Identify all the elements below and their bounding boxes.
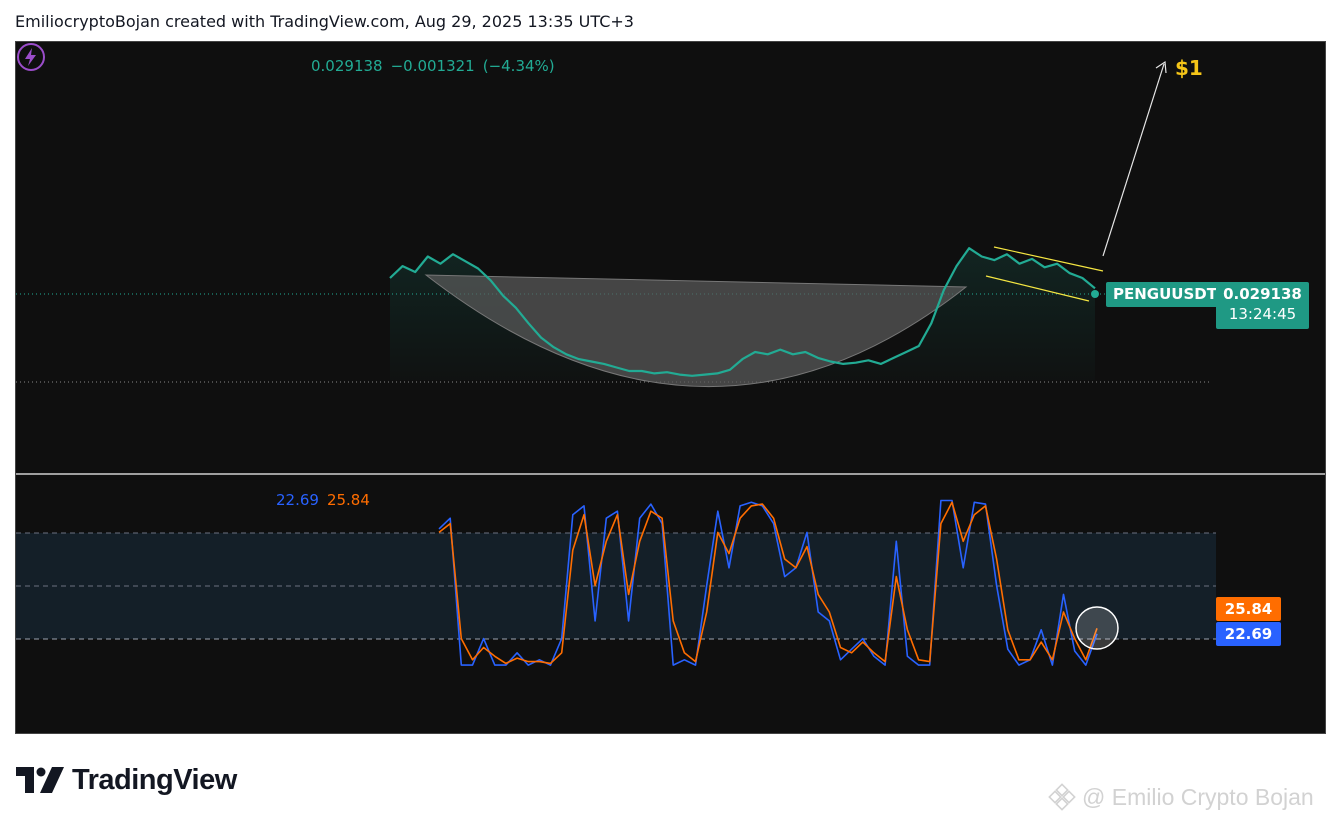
price-tag-value: 0.029138 <box>1223 285 1302 303</box>
tradingview-logo[interactable]: TradingView <box>16 762 237 798</box>
stoch-d-tag: 25.84 <box>1216 597 1281 621</box>
stoch-d-value: 25.84 <box>326 491 370 509</box>
chart-canvas <box>16 60 1325 666</box>
price-change-percent: (−4.34%) <box>482 57 555 75</box>
last-price-value: 0.029138 <box>311 57 383 75</box>
watermark: @ Emilio Crypto Bojan <box>1048 783 1314 811</box>
price-readout: 0.029138 −0.001321 (−4.34%) <box>311 57 563 75</box>
tradingview-logo-text: TradingView <box>72 763 237 796</box>
tradingview-logo-icon <box>16 767 64 793</box>
stoch-k-tag: 22.69 <box>1216 622 1281 646</box>
bar-countdown: 13:24:45 <box>1228 305 1297 323</box>
symbol-label[interactable]: PENGUUSDT <box>1106 282 1224 307</box>
watermark-text: @ Emilio Crypto Bojan <box>1082 783 1314 810</box>
binance-square-icon <box>1048 783 1076 811</box>
lightning-icon[interactable] <box>16 42 46 72</box>
target-arrowhead <box>1155 60 1167 74</box>
stoch-k-value: 22.69 <box>276 491 319 509</box>
stoch-readout: 22.69 25.84 <box>276 491 370 509</box>
price-scale-tag: 0.029138 13:24:45 <box>1216 282 1309 329</box>
target-arrow[interactable] <box>1102 63 1165 257</box>
price-change-value: −0.001321 <box>390 57 475 75</box>
highlight-circle[interactable] <box>1075 606 1119 650</box>
chart-attribution: EmiliocryptoBojan created with TradingVi… <box>15 12 634 31</box>
target-label: $1 <box>1175 56 1203 80</box>
chart-panel[interactable]: 0.029138 −0.001321 (−4.34%) $1 PENGUUSDT 0… <box>15 41 1326 734</box>
last-price-dot <box>1091 290 1099 298</box>
